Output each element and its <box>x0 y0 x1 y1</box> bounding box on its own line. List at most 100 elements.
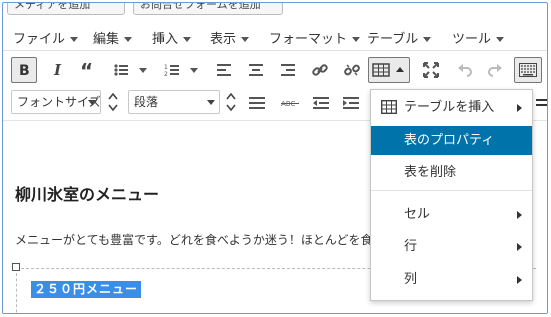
font-size-select[interactable]: フォントサイズ <box>11 90 101 114</box>
block-format-select[interactable]: 段落 <box>128 90 220 114</box>
italic-icon: I <box>53 63 62 77</box>
strikethrough-button[interactable]: ABC <box>278 90 302 116</box>
hr-button[interactable] <box>246 90 268 116</box>
unlink-icon <box>344 64 360 76</box>
block-format-stepper-icon[interactable] <box>224 90 238 114</box>
svg-text:B: B <box>19 63 30 77</box>
align-right-button[interactable] <box>277 57 299 83</box>
menu-view[interactable]: 表示 <box>210 28 250 47</box>
hr-icon <box>249 97 265 109</box>
chevron-right-icon <box>517 211 522 219</box>
menu-tools-label: ツール <box>452 32 492 47</box>
redo-icon <box>488 64 502 77</box>
menu-file[interactable]: ファイル <box>13 28 79 47</box>
menu-divider <box>371 190 532 191</box>
bold-button[interactable]: B <box>11 57 37 83</box>
menu-item-insert-table[interactable]: テーブルを挿入 <box>371 93 532 122</box>
align-center-button[interactable] <box>245 57 267 83</box>
chevron-down-icon <box>124 37 133 42</box>
chevron-down-icon <box>70 37 79 42</box>
row-label: 行 <box>404 239 418 254</box>
menu-view-label: 表示 <box>210 32 237 47</box>
menu-file-label: ファイル <box>13 32 66 47</box>
bullet-list-button[interactable] <box>110 57 150 83</box>
hr-icon <box>536 99 547 106</box>
chevron-down-icon <box>241 37 250 42</box>
table-dropdown-menu: テーブルを挿入 表のプロパティ 表を削除 セル 行 列 <box>370 89 533 301</box>
table-resize-handle[interactable] <box>12 263 20 271</box>
align-center-icon <box>249 64 263 76</box>
block-format-label: 段落 <box>134 95 159 109</box>
cell-label: セル <box>404 207 431 222</box>
content-heading: 柳川氷室のメニュー <box>15 185 160 204</box>
bold-icon: B <box>19 63 30 77</box>
add-form-button[interactable]: お問合せフォームを追加 <box>133 2 283 15</box>
strikethrough-icon: ABC <box>281 100 299 108</box>
align-right-icon <box>281 64 295 76</box>
align-left-icon <box>217 64 231 76</box>
chevron-down-icon <box>352 37 361 42</box>
toolbar-toggle-button[interactable] <box>514 57 542 83</box>
outdent-icon <box>313 97 329 109</box>
svg-text:2: 2 <box>164 71 168 77</box>
fullscreen-icon <box>423 62 439 78</box>
chevron-right-icon <box>517 104 522 112</box>
add-media-label: メディアを追加 <box>14 2 91 11</box>
menu-item-table-properties[interactable]: 表のプロパティ <box>371 126 532 155</box>
add-media-button[interactable]: メディアを追加 <box>7 2 125 15</box>
chevron-right-icon <box>517 276 522 284</box>
indent-button[interactable] <box>340 90 362 116</box>
more-button[interactable] <box>535 90 547 116</box>
menu-table[interactable]: テーブル <box>367 28 432 47</box>
menu-format-label: フォーマット <box>269 32 348 47</box>
numbered-list-button[interactable]: 12 <box>161 57 201 83</box>
menu-format[interactable]: フォーマット <box>269 28 361 47</box>
menu-insert[interactable]: 挿入 <box>152 28 192 47</box>
chevron-down-icon <box>88 100 96 105</box>
numbered-list-icon: 12 <box>164 64 198 77</box>
undo-icon <box>458 64 472 77</box>
link-icon <box>312 64 328 76</box>
menu-item-delete-table[interactable]: 表を削除 <box>371 158 532 187</box>
link-button[interactable] <box>308 57 332 83</box>
chevron-down-icon <box>496 37 505 42</box>
menu-edit[interactable]: 編集 <box>93 28 133 47</box>
undo-button[interactable] <box>453 57 477 83</box>
menu-insert-label: 挿入 <box>152 32 179 47</box>
menu-table-label: テーブル <box>367 32 419 47</box>
table-button[interactable] <box>368 57 410 83</box>
insert-table-label: テーブルを挿入 <box>404 100 495 115</box>
selected-table-cell[interactable]: ２５０円メニュー <box>31 281 142 298</box>
outdent-button[interactable] <box>310 90 332 116</box>
blockquote-button[interactable]: “ <box>75 57 101 83</box>
chevron-right-icon <box>517 243 522 251</box>
blockquote-icon: “ <box>80 63 93 77</box>
toolbar-row-1: B I “ 12 <box>3 53 547 87</box>
menu-item-column[interactable]: 列 <box>371 265 532 294</box>
menu-tools[interactable]: ツール <box>452 28 505 47</box>
chevron-down-icon <box>183 37 192 42</box>
chevron-down-icon <box>423 37 432 42</box>
menu-item-cell[interactable]: セル <box>371 200 532 229</box>
svg-text:“: “ <box>80 63 93 77</box>
table-icon <box>372 63 404 77</box>
delete-table-label: 表を削除 <box>404 165 457 180</box>
indent-icon <box>343 97 359 109</box>
editor-frame: メディアを追加 お問合せフォームを追加 ファイル 編集 挿入 表示 フォーマット… <box>2 2 548 314</box>
font-size-stepper-icon[interactable] <box>106 90 120 114</box>
toolbar-toggle-icon <box>519 63 537 77</box>
menubar: ファイル 編集 挿入 表示 フォーマット テーブル ツール <box>3 21 547 51</box>
align-left-button[interactable] <box>213 57 235 83</box>
svg-text:1: 1 <box>164 64 168 71</box>
italic-button[interactable]: I <box>45 57 71 83</box>
unlink-button[interactable] <box>340 57 364 83</box>
column-label: 列 <box>404 272 418 287</box>
add-form-label: お問合せフォームを追加 <box>140 2 261 11</box>
redo-button[interactable] <box>483 57 507 83</box>
bullet-list-icon <box>114 64 147 76</box>
chevron-down-icon <box>207 100 215 105</box>
fullscreen-button[interactable] <box>419 57 443 83</box>
menu-edit-label: 編集 <box>93 32 120 47</box>
svg-text:I: I <box>53 63 62 77</box>
menu-item-row[interactable]: 行 <box>371 232 532 261</box>
